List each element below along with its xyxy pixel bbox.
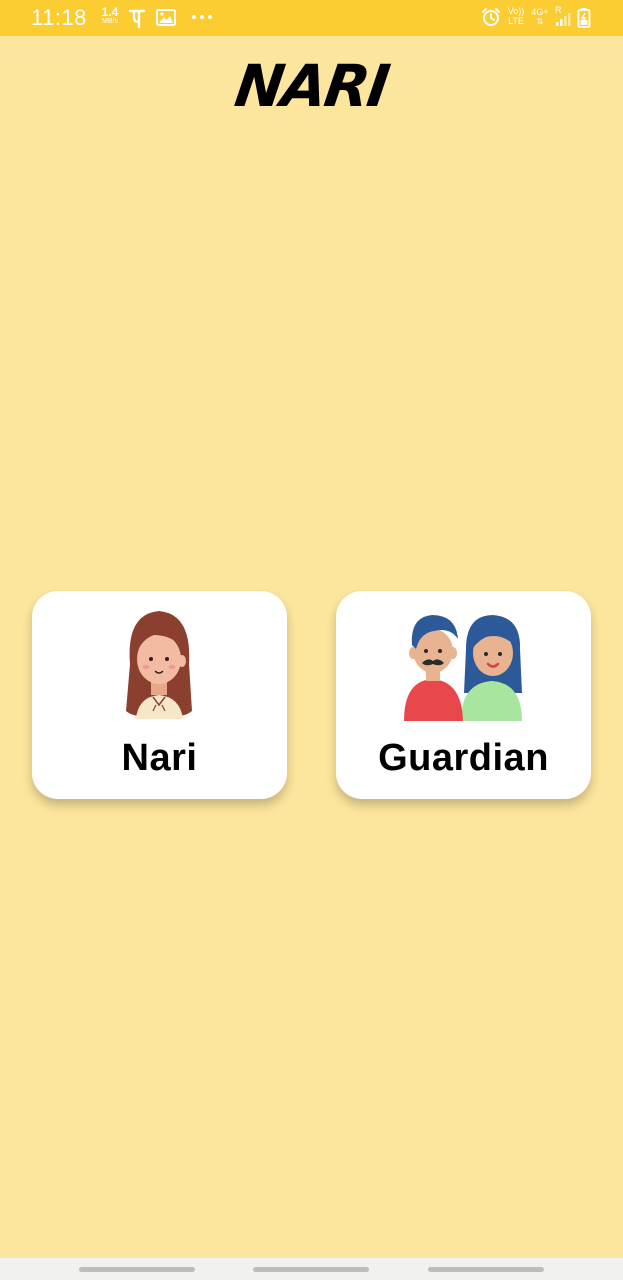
phonepe-icon (129, 9, 145, 28)
volte-bottom: LTE (508, 16, 524, 26)
woman-avatar-icon (126, 611, 192, 719)
nari-role-card[interactable]: Nari (32, 591, 287, 799)
network-type-label: 4G+ (531, 7, 549, 17)
volte-top: Vo)) (507, 6, 525, 16)
network-speed-unit: MB/s (102, 18, 118, 25)
data-arrows-icon: ⇅ (536, 17, 544, 26)
system-navigation-bar (0, 1258, 623, 1280)
volte-indicator: Vo)) LTE (506, 6, 526, 26)
parents-avatar-icon (404, 615, 522, 721)
app-title: NARI (230, 52, 393, 120)
guardian-role-label: Guardian (378, 737, 549, 779)
signal-icon (556, 13, 571, 26)
network-speed: 1.4 MB/s (98, 6, 122, 25)
network-speed-value: 1.4 (101, 5, 119, 19)
nav-back-button[interactable] (428, 1267, 544, 1272)
nari-role-label: Nari (121, 737, 198, 779)
battery-icon (577, 8, 591, 28)
nav-menu-button[interactable] (79, 1267, 195, 1272)
nav-home-button[interactable] (253, 1267, 369, 1272)
status-time: 11:18 (31, 5, 87, 30)
guardian-role-card[interactable]: Guardian (336, 591, 591, 799)
status-bar: 11:18 1.4 MB/s Vo)) LTE 4G+ ⇅ R (0, 0, 623, 36)
network-type: 4G+ ⇅ (530, 7, 550, 27)
more-dots-icon (192, 15, 212, 19)
gallery-icon (156, 9, 176, 26)
alarm-icon (482, 8, 500, 26)
